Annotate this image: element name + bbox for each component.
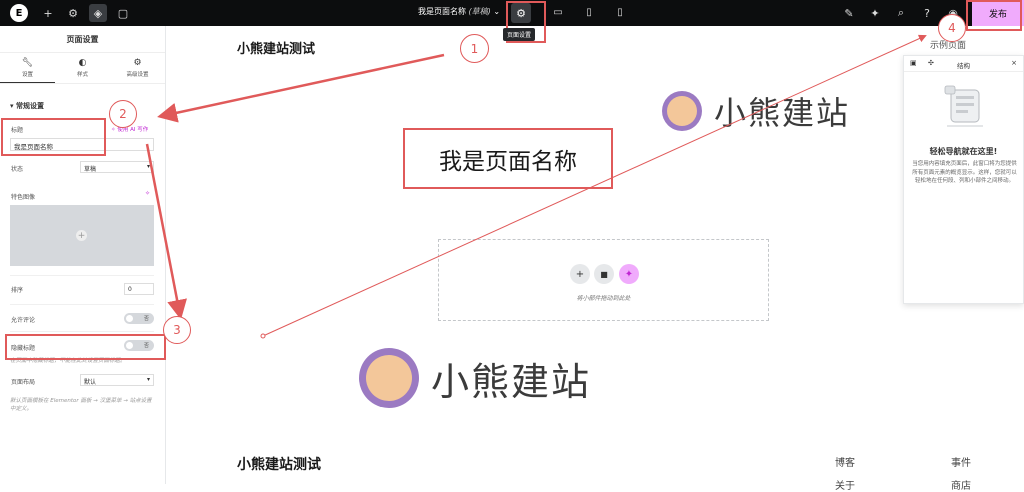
navigator-description: 当您用内容填充页面后，此窗口将为您提供所有页面元素的概览显示。这样，您就可以轻松…: [912, 161, 1017, 184]
add-section-icon[interactable]: +: [570, 264, 590, 284]
folder-icon[interactable]: ■: [594, 264, 614, 284]
toggle-knob: [126, 315, 133, 322]
watermark-text: 小熊建站: [714, 94, 851, 132]
footer-site-title[interactable]: 小熊建站测试: [237, 454, 321, 474]
brush-icon[interactable]: ✎: [840, 4, 858, 22]
section-general[interactable]: ▾ 常规设置: [10, 101, 44, 111]
layout-hint: 默认页面模板在 Elementor 面板 → 汉堡菜单 → 站点设置中定义。: [10, 398, 152, 412]
divider: [10, 331, 154, 332]
elementor-logo-icon[interactable]: E: [10, 4, 28, 22]
bear-face: [366, 355, 412, 401]
divider: [10, 275, 154, 276]
navigator-heading: 轻松导航就在这里!: [929, 147, 998, 156]
comments-label: 允许评论: [11, 317, 36, 324]
site-settings-icon[interactable]: ⚙: [64, 4, 82, 22]
site-title[interactable]: 小熊建站测试: [237, 38, 315, 57]
footer-link-about[interactable]: 关于: [835, 477, 855, 492]
bear-logo-icon: [359, 348, 419, 408]
structure-icon[interactable]: ◈: [89, 4, 107, 22]
order-input[interactable]: 0: [124, 283, 154, 295]
page-name-text: 我是页面名称: [418, 7, 466, 16]
gear-icon: ⚙: [133, 58, 142, 68]
footer-link-blog[interactable]: 博客: [835, 454, 855, 469]
comments-icon[interactable]: ▢: [114, 4, 132, 22]
navigator-panel: ▣ ✣ 结构 × 轻松导航就在这里! 当您用内容填充页面后，此窗口将为您提供所有…: [903, 55, 1024, 304]
featured-image-picker[interactable]: +: [10, 205, 154, 266]
ai-sparkle-icon[interactable]: ✦: [619, 264, 639, 284]
tab-label: 样式: [76, 72, 88, 78]
panel-tabs: 🔧︎ 设置 ◐ 样式 ⚙ 高级设置: [0, 53, 165, 84]
tab-label: 设置: [21, 72, 33, 78]
plus-icon: +: [76, 230, 87, 241]
dropzone-text: 将小部件拖动到此处: [576, 295, 631, 302]
notification-icon[interactable]: ✦: [866, 4, 884, 22]
annotation-3: 3: [163, 316, 191, 344]
annotation-1: 1: [460, 34, 489, 63]
tab-style[interactable]: ◐ 样式: [55, 53, 110, 83]
desktop-icon[interactable]: ▭: [551, 5, 565, 19]
divider: [10, 304, 154, 305]
mobile-icon[interactable]: ▯: [613, 5, 627, 19]
watermark-text: 小熊建站: [431, 359, 592, 404]
tab-settings[interactable]: 🔧︎ 设置: [0, 53, 55, 83]
bear-face: [667, 96, 697, 126]
chevron-down-icon: ▾: [146, 163, 150, 170]
help-icon[interactable]: ?: [918, 4, 936, 22]
annotation-2: 2: [109, 100, 137, 128]
watermark-logo: 小熊建站: [662, 88, 850, 134]
halfcircle-icon: ◐: [78, 58, 87, 68]
highlight-hide-title: [5, 334, 166, 360]
page-heading[interactable]: 我是页面名称: [403, 128, 613, 189]
tab-label: 高级设置: [126, 72, 149, 78]
settings-tooltip: 页面设置: [503, 28, 536, 41]
status-value: 草稿: [84, 166, 97, 173]
section-title: 常规设置: [15, 102, 44, 110]
footer-link-shop[interactable]: 商店: [951, 477, 971, 492]
layout-select[interactable]: 默认 ▾: [80, 374, 154, 386]
navigator-illustration-icon: [944, 85, 983, 127]
wrench-icon: 🔧︎: [21, 58, 34, 68]
annotation-4: 4: [938, 14, 966, 42]
navigator-header: ▣ ✣ 结构 ×: [904, 56, 1023, 72]
add-icon[interactable]: +: [39, 4, 57, 22]
tab-advanced[interactable]: ⚙ 高级设置: [110, 53, 165, 83]
footer-link-events[interactable]: 事件: [951, 454, 971, 469]
close-icon[interactable]: ×: [1011, 59, 1017, 67]
bear-logo-icon: [662, 91, 702, 131]
chevron-down-icon: ⌄: [493, 7, 501, 16]
widget-dropzone[interactable]: + ■ ✦ 将小部件拖动到此处: [438, 239, 769, 321]
tablet-icon[interactable]: ▯: [582, 5, 596, 19]
highlight-publish: [966, 0, 1022, 31]
ai-sparkle-icon[interactable]: ✧: [145, 190, 150, 197]
status-label: 状态: [11, 166, 24, 173]
collapse-icon[interactable]: ▣: [910, 59, 917, 67]
featured-image-label: 特色图像: [11, 194, 36, 201]
page-settings-panel: 页面设置 🔧︎ 设置 ◐ 样式 ⚙ 高级设置 ▾ 常规设置 标题 ✧ 使用 AI 写作…: [0, 26, 166, 484]
search-icon[interactable]: ⌕: [892, 4, 910, 22]
layout-label: 页面布局: [11, 379, 36, 386]
watermark-logo: 小熊建站: [359, 348, 591, 408]
comments-toggle[interactable]: 否: [124, 313, 154, 324]
layout-value: 默认: [84, 379, 97, 386]
expand-icon[interactable]: ✣: [928, 59, 934, 67]
page-name[interactable]: 我是页面名称 (草稿) ⌄: [418, 6, 500, 17]
order-label: 排序: [11, 287, 24, 294]
highlight-title-field: [1, 118, 106, 156]
draft-tag: (草稿): [468, 7, 491, 16]
navigator-title: 结构: [957, 62, 970, 70]
status-select[interactable]: 草稿 ▾: [80, 161, 154, 173]
panel-title: 页面设置: [0, 26, 165, 53]
toggle-text: 否: [143, 316, 149, 322]
chevron-down-icon: ▾: [146, 376, 150, 383]
